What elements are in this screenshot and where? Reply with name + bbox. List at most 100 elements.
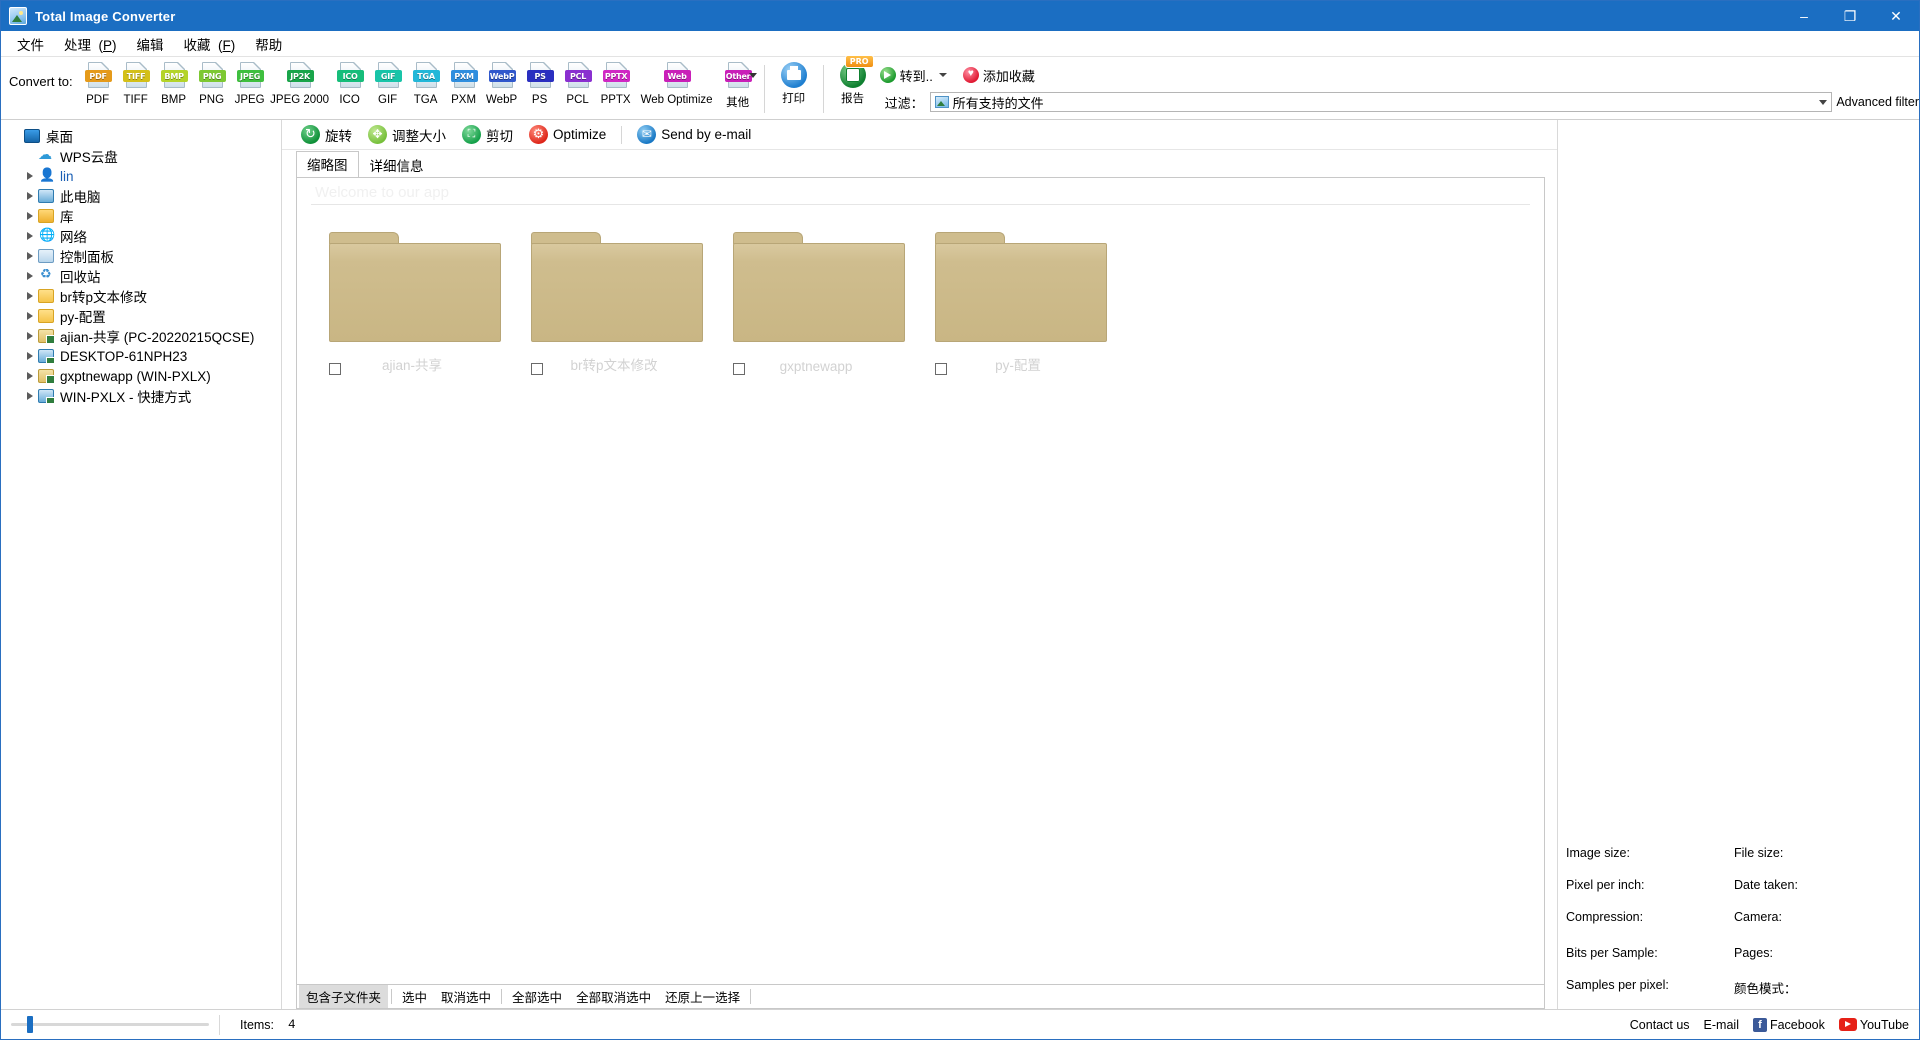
tree-expander[interactable] [23, 192, 36, 200]
tree-expander[interactable] [23, 172, 36, 180]
format-button-pxm[interactable]: PXMPXM [445, 59, 483, 106]
thumbnail-checkbox[interactable] [329, 363, 341, 375]
format-button-pdf[interactable]: PDFPDF [79, 59, 117, 106]
tree-item-label: lin [60, 169, 74, 184]
thumbnail-item[interactable]: ajian-共享 [311, 220, 513, 380]
format-button-tiff[interactable]: TIFFTIFF [117, 59, 155, 106]
menu-item-favorites[interactable]: 收藏 (F) [174, 31, 246, 57]
file-browser-area[interactable]: Welcome to our app ajian-共享br转p文本修改gxptn… [296, 177, 1545, 985]
tree-item-4[interactable]: 库 [5, 206, 281, 226]
format-label: ICO [339, 94, 359, 106]
thumbnail-item[interactable]: br转p文本修改 [513, 220, 715, 380]
format-button-webp[interactable]: WebPWebP [483, 59, 521, 106]
action-button-4[interactable]: Send by e-mail [630, 122, 758, 147]
tree-item-7[interactable]: 回收站 [5, 266, 281, 286]
tree-expander[interactable] [23, 332, 36, 340]
tree-expander[interactable] [23, 372, 36, 380]
action-button-0[interactable]: 旋转 [294, 122, 359, 148]
tab-1[interactable]: 详细信息 [359, 152, 435, 178]
format-button-pcl[interactable]: PCLPCL [559, 59, 597, 106]
action-toolbar: 旋转调整大小 剪切 Optimize Send by e-mail [282, 120, 1557, 150]
format-button-ps[interactable]: PSPS [521, 59, 559, 106]
close-button[interactable]: ✕ [1873, 1, 1919, 31]
tree-item-11[interactable]: DESKTOP-61NPH23 [5, 346, 281, 366]
facebook-link-label: Facebook [1770, 1018, 1825, 1032]
tree-expander[interactable] [23, 292, 36, 300]
chevron-down-icon[interactable] [749, 73, 757, 78]
tree-expander[interactable] [23, 312, 36, 320]
menu-item-process[interactable]: 处理 (P) [54, 31, 127, 57]
folder-icon [36, 289, 56, 303]
tree-item-2[interactable]: lin [5, 166, 281, 186]
format-button-other[interactable]: Other其他 [719, 59, 757, 110]
tree-item-0[interactable]: 桌面 [5, 126, 281, 146]
tree-item-label: py-配置 [60, 306, 106, 326]
format-button-jp2k[interactable]: JP2KJPEG 2000 [269, 59, 331, 106]
tree-expander[interactable] [23, 232, 36, 240]
go-to-button[interactable]: 转到.. [875, 64, 952, 87]
rotate-icon [301, 125, 320, 144]
tree-expander[interactable] [23, 392, 36, 400]
tree-item-13[interactable]: WIN-PXLX - 快捷方式 [5, 386, 281, 406]
advanced-filter-link[interactable]: Advanced filter [1832, 95, 1919, 109]
tree-expander[interactable] [23, 212, 36, 220]
format-button-ico[interactable]: ICOICO [331, 59, 369, 106]
selection-button-2[interactable]: 取消选中 [434, 985, 498, 1008]
chevron-down-icon[interactable] [1819, 100, 1827, 105]
action-button-2[interactable]: 剪切 [455, 122, 520, 148]
tab-label: 详细信息 [370, 159, 424, 174]
format-button-tga[interactable]: TGATGA [407, 59, 445, 106]
menu-item-help[interactable]: 帮助 [245, 31, 292, 57]
go-arrow-icon [880, 67, 896, 83]
report-button[interactable]: PRO 报告 [831, 59, 875, 106]
contact-us-link[interactable]: Contact us [1630, 1018, 1690, 1032]
facebook-link[interactable]: f Facebook [1753, 1018, 1825, 1032]
selection-button-5[interactable]: 还原上一选择 [658, 985, 747, 1008]
tree-item-12[interactable]: gxptnewapp (WIN-PXLX) [5, 366, 281, 386]
maximize-button[interactable]: ❐ [1827, 1, 1873, 31]
filter-combobox[interactable]: 所有支持的文件 [930, 92, 1833, 112]
tree-item-10[interactable]: ajian-共享 (PC-20220215QCSE) [5, 326, 281, 346]
thumbnail-size-slider[interactable] [1, 1010, 219, 1039]
tree-item-5[interactable]: 网络 [5, 226, 281, 246]
tree-item-6[interactable]: 控制面板 [5, 246, 281, 266]
selection-button-3[interactable]: 全部选中 [505, 985, 569, 1008]
tree-expander[interactable] [23, 252, 36, 260]
add-favorite-button[interactable]: 添加收藏 [958, 64, 1040, 87]
app-window: Total Image Converter – ❐ ✕ 文件 处理 (P) 编辑… [0, 0, 1920, 1040]
selection-button-4[interactable]: 全部取消选中 [569, 985, 658, 1008]
folder-tree-sidebar[interactable]: 桌面WPS云盘 lin 此电脑库网络控制面板回收站br转p文本修改py-配置ajia… [1, 120, 282, 1009]
thumbnail-checkbox[interactable] [935, 363, 947, 375]
action-button-3[interactable]: Optimize [522, 122, 613, 147]
tree-item-1[interactable]: WPS云盘 [5, 146, 281, 166]
print-button[interactable]: 打印 [772, 59, 816, 106]
thumbnail-checkbox[interactable] [531, 363, 543, 375]
tree-expander[interactable] [23, 352, 36, 360]
minimize-button[interactable]: – [1781, 1, 1827, 31]
youtube-link[interactable]: YouTube [1839, 1018, 1909, 1032]
selection-button-0[interactable]: 包含子文件夹 [299, 985, 388, 1008]
folder-icon [935, 232, 1107, 342]
email-link[interactable]: E-mail [1704, 1018, 1739, 1032]
thumbnail-item[interactable]: py-配置 [917, 220, 1119, 380]
selection-button-1[interactable]: 选中 [395, 985, 434, 1008]
tree-item-3[interactable]: 此电脑 [5, 186, 281, 206]
format-button-gif[interactable]: GIFGIF [369, 59, 407, 106]
thumbnail-checkbox[interactable] [733, 363, 745, 375]
format-button-bmp[interactable]: BMPBMP [155, 59, 193, 106]
tab-0[interactable]: 缩略图 [296, 151, 359, 178]
format-button-png[interactable]: PNGPNG [193, 59, 231, 106]
slider-handle[interactable] [27, 1016, 33, 1033]
action-button-label: 剪切 [486, 125, 513, 145]
tree-item-9[interactable]: py-配置 [5, 306, 281, 326]
menu-item-edit[interactable]: 编辑 [127, 31, 174, 57]
thumbnail-item[interactable]: gxptnewapp [715, 220, 917, 380]
tree-item-8[interactable]: br转p文本修改 [5, 286, 281, 306]
format-button-web[interactable]: WebWeb Optimize [635, 59, 719, 106]
menu-item-file[interactable]: 文件 [7, 31, 54, 57]
filter-label: 过滤： [875, 93, 930, 112]
tree-expander[interactable] [23, 272, 36, 280]
format-button-pptx[interactable]: PPTXPPTX [597, 59, 635, 106]
format-button-jpeg[interactable]: JPEGJPEG [231, 59, 269, 106]
action-button-1[interactable]: 调整大小 [361, 122, 453, 148]
